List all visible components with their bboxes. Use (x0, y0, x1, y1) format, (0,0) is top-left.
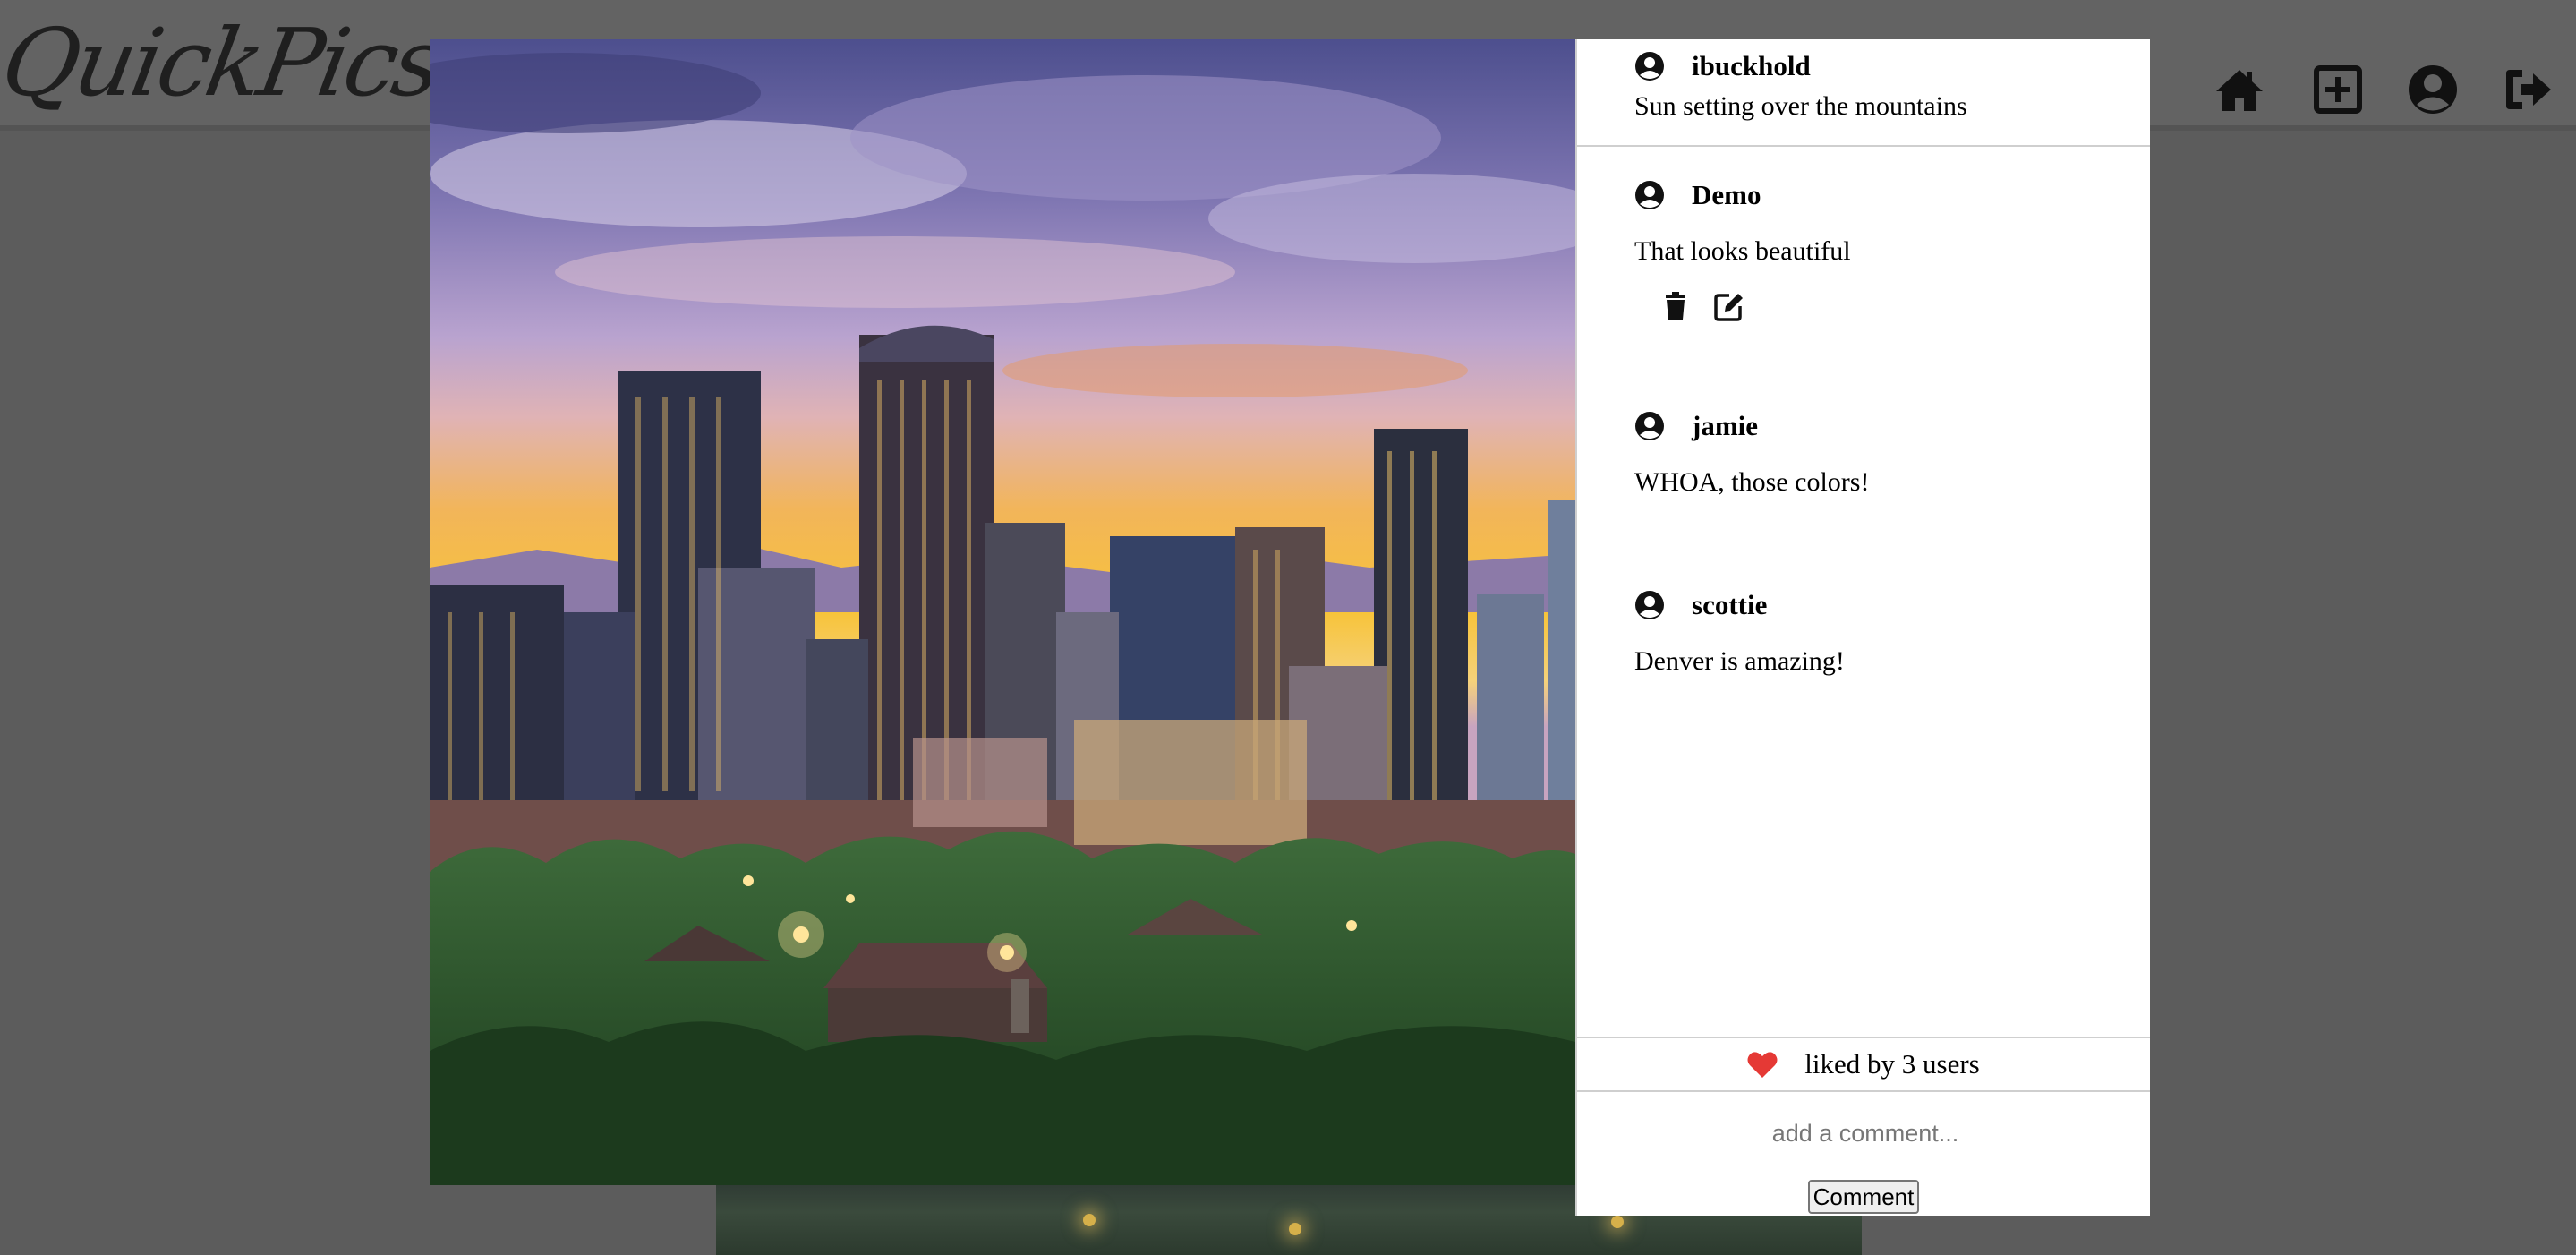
comment-author[interactable]: jamie (1692, 410, 1758, 442)
comment-item: jamie WHOA, those colors! (1577, 378, 2150, 557)
comment-list: Demo That looks beautiful jamie WHOA, th… (1577, 147, 2150, 677)
comment-item: scottie Denver is amazing! (1577, 557, 2150, 677)
heart-icon[interactable] (1747, 1050, 1778, 1079)
home-icon[interactable] (2213, 63, 2266, 116)
comment-author-row: jamie (1577, 405, 2150, 448)
post-caption: ibuckhold Sun setting over the mountains (1577, 39, 2150, 147)
comment-submit-button[interactable]: Comment (1808, 1180, 1919, 1214)
comment-author-row: scottie (1577, 584, 2150, 627)
caption-text: Sun setting over the mountains (1634, 91, 1967, 121)
post-image (430, 39, 1575, 1185)
edit-icon[interactable] (1713, 290, 1745, 322)
comment-text: WHOA, those colors! (1634, 467, 1870, 497)
comment-text: Denver is amazing! (1634, 646, 1845, 676)
user-circle-icon (1634, 180, 1665, 210)
comment-author[interactable]: scottie (1692, 589, 1767, 621)
post-author[interactable]: ibuckhold (1692, 50, 1811, 82)
post-detail-panel: ibuckhold Sun setting over the mountains… (1575, 39, 2154, 1216)
comment-actions (1577, 290, 2150, 322)
likes-count: liked by 3 users (1804, 1048, 1980, 1080)
app-logo[interactable]: QuickPics (0, 0, 449, 125)
user-circle-icon (1634, 411, 1665, 441)
comment-input[interactable] (1577, 1110, 2154, 1157)
comment-author-row: Demo (1577, 174, 2150, 217)
comment-text: That looks beautiful (1634, 236, 1851, 266)
comment-item: Demo That looks beautiful (1577, 147, 2150, 378)
sign-out-icon[interactable] (2501, 63, 2555, 116)
post-modal: ibuckhold Sun setting over the mountains… (430, 39, 2154, 1216)
comment-author[interactable]: Demo (1692, 179, 1761, 211)
trash-icon[interactable] (1659, 290, 1692, 322)
author-row: ibuckhold (1577, 39, 2150, 93)
likes-bar: liked by 3 users (1577, 1037, 2150, 1092)
user-circle-icon (1634, 51, 1665, 81)
plus-square-icon[interactable] (2311, 63, 2365, 116)
user-circle-icon (1634, 590, 1665, 620)
user-circle-icon[interactable] (2406, 63, 2460, 116)
